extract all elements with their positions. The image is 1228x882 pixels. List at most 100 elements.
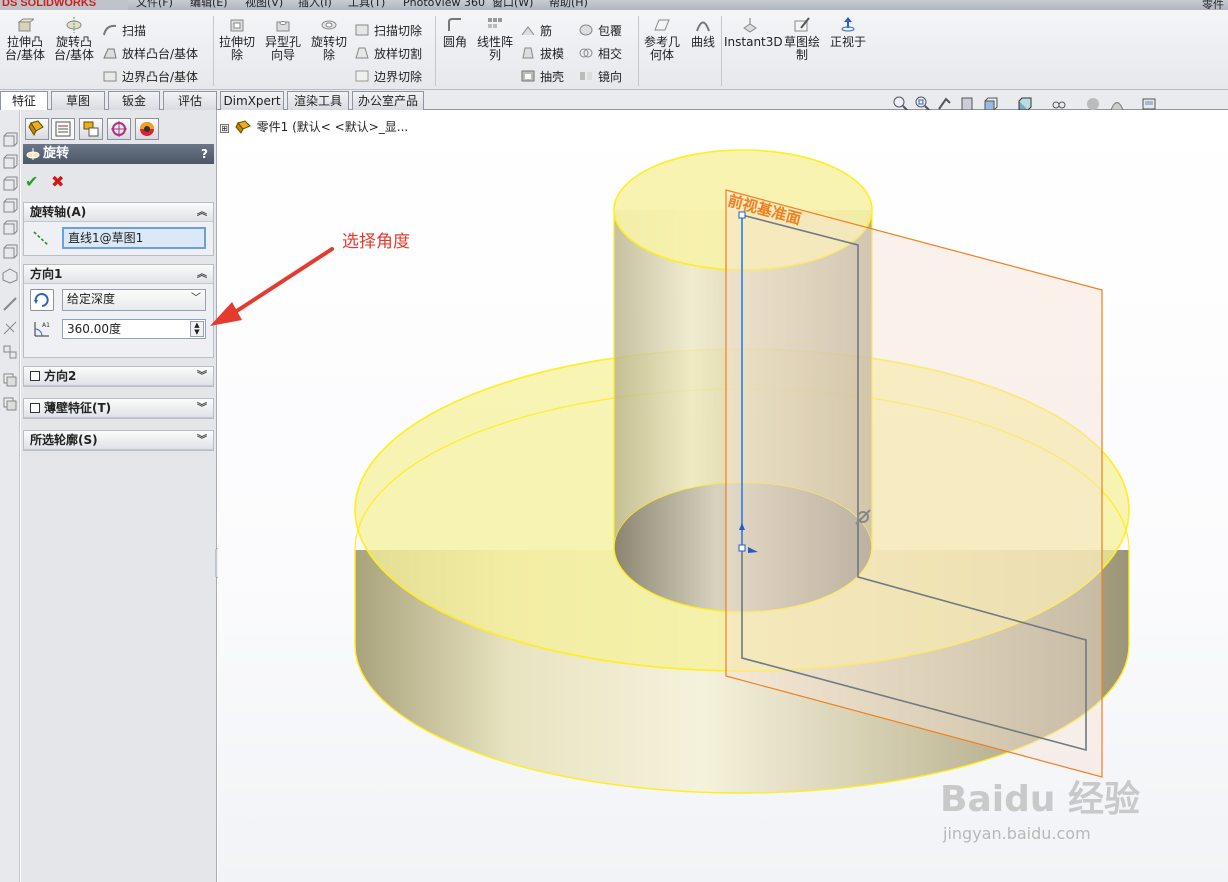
tab-sketch[interactable]: 草图 xyxy=(51,91,105,110)
property-manager: 旋转 ? ✔ ✖ 旋转轴(A) ︽ 直线1@草图1 方向1 ︽ 给定深度 ﹀ A1 … xyxy=(21,110,217,882)
tab-render-tools[interactable]: 渲染工具 xyxy=(287,91,349,110)
collapse-chevron-icon[interactable]: ︽ xyxy=(197,265,207,284)
tab-dimxpert-manager[interactable] xyxy=(107,118,131,140)
revolve-cut-icon xyxy=(321,20,337,30)
task-icon-strip xyxy=(0,110,20,882)
smart-dimension-icon[interactable] xyxy=(2,320,18,336)
expand-chevron-icon[interactable]: ︾ xyxy=(197,367,207,386)
menu-view[interactable]: 视图(V) xyxy=(245,0,283,10)
shell-button[interactable]: 抽壳 xyxy=(520,68,564,86)
direction2-header[interactable]: 方向2 ︾ xyxy=(24,367,213,386)
boundary-boss-button[interactable]: 边界凸台/基体 xyxy=(102,68,198,86)
angle-input[interactable]: 360.00度 ▲ ▼ xyxy=(62,319,206,339)
revolve-axis-field[interactable]: 直线1@草图1 xyxy=(62,227,206,249)
command-manager: 拉伸凸 台/基体 旋转凸 台/基体 扫描 放样凸台/基体 边界凸台/基体 拉伸切除 … xyxy=(0,10,1228,90)
draft-button[interactable]: 拔模 xyxy=(520,45,564,63)
sketch-button[interactable]: 草图绘制 xyxy=(782,16,822,62)
revolve-axis-header[interactable]: 旋转轴(A) ︽ xyxy=(24,203,213,222)
tab-feature-tree[interactable] xyxy=(25,118,49,140)
tab-property-manager[interactable] xyxy=(51,118,75,140)
menu-edit[interactable]: 编辑(E) xyxy=(190,0,228,10)
instant3d-button[interactable]: Instant3D xyxy=(724,16,783,49)
rib-button[interactable]: 筋 xyxy=(520,22,552,40)
revolve-cut-button[interactable]: 旋转切除 xyxy=(308,16,350,62)
tab-display-manager[interactable] xyxy=(135,118,159,140)
expand-chevron-icon[interactable]: ︾ xyxy=(197,431,207,450)
axis-endpoint[interactable] xyxy=(738,544,746,552)
sweep-button[interactable]: 扫描 xyxy=(102,22,146,40)
sketch-label-1: 草图绘 xyxy=(783,35,820,49)
reverse-direction-button[interactable] xyxy=(30,289,54,311)
direction1-header[interactable]: 方向1 ︽ xyxy=(24,265,213,284)
boundary-cut-button[interactable]: 边界切除 xyxy=(354,68,422,86)
watermark-logo: Baidu 经验 xyxy=(940,779,1141,820)
sketch-pencil-icon[interactable] xyxy=(2,296,18,312)
tab-dimxpert[interactable]: DimXpert xyxy=(220,91,284,110)
rib-icon xyxy=(521,26,535,36)
direction2-checkbox[interactable] xyxy=(30,371,40,381)
spin-buttons[interactable]: ▲ ▼ xyxy=(190,321,204,337)
expand-chevron-icon[interactable]: ︾ xyxy=(197,399,207,418)
curves-button[interactable]: 曲线 xyxy=(688,16,718,49)
end-condition-select[interactable]: 给定深度 ﹀ xyxy=(62,289,206,311)
relations-icon[interactable] xyxy=(2,344,18,360)
watermark-url: jingyan.baidu.com xyxy=(943,824,1091,843)
thin-feature-header[interactable]: 薄壁特征(T) ︾ xyxy=(24,399,213,418)
svg-text:A1: A1 xyxy=(42,322,50,329)
normal-to-button[interactable]: 正视于 xyxy=(828,16,868,49)
direction1-header-label: 方向1 xyxy=(30,267,63,281)
cube-icon[interactable] xyxy=(2,220,18,236)
mirror-button[interactable]: 镜向 xyxy=(578,68,622,86)
fillet-button[interactable]: 圆角 xyxy=(440,16,470,49)
tab-features[interactable]: 特征 xyxy=(0,91,48,111)
axis-endpoint[interactable] xyxy=(738,211,746,219)
wrap-icon xyxy=(579,24,593,36)
intersect-icon xyxy=(579,48,593,58)
extrude-cut-button[interactable]: 拉伸切除 xyxy=(217,16,257,62)
intersect-button[interactable]: 相交 xyxy=(578,45,622,63)
sketch-icon xyxy=(794,17,810,32)
help-button[interactable]: ? xyxy=(201,144,208,164)
selected-contours-header[interactable]: 所选轮廓(S) ︾ xyxy=(24,431,213,450)
tab-configuration-manager[interactable] xyxy=(79,118,103,140)
cube-icon[interactable] xyxy=(2,132,18,148)
hole-wizard-button[interactable]: 异型孔 向导 xyxy=(262,16,304,62)
swept-cut-button[interactable]: 扫描切除 xyxy=(354,22,422,40)
model-scene[interactable]: 前视基准面 xyxy=(218,110,1228,882)
collapse-chevron-icon[interactable]: ︽ xyxy=(197,203,207,222)
menu-window[interactable]: 窗口(W) xyxy=(492,0,533,10)
thin-feature-checkbox[interactable] xyxy=(30,403,40,413)
boundary-boss-label: 边界凸台/基体 xyxy=(122,70,199,84)
cancel-button[interactable]: ✖ xyxy=(51,172,64,191)
tab-evaluate[interactable]: 评估 xyxy=(163,91,217,110)
reference-geometry-button[interactable]: 参考几 何体 xyxy=(642,16,682,62)
tab-office-products[interactable]: 办公室产品 xyxy=(352,91,424,110)
tab-sheet-metal[interactable]: 钣金 xyxy=(108,91,160,110)
cube-icon[interactable] xyxy=(2,176,18,192)
menu-tools[interactable]: 工具(T) xyxy=(348,0,385,10)
lofted-cut-button[interactable]: 放样切割 xyxy=(354,45,422,63)
wrap-button[interactable]: 包覆 xyxy=(578,22,622,40)
menu-help[interactable]: 帮助(H) xyxy=(549,0,588,10)
boundary-boss-icon xyxy=(103,71,117,82)
ribbon-separator xyxy=(638,16,639,86)
menu-photoview[interactable]: PhotoView 360 xyxy=(403,0,485,10)
loft-button[interactable]: 放样凸台/基体 xyxy=(102,45,198,63)
extrude-boss-button[interactable]: 拉伸凸 台/基体 xyxy=(4,16,46,62)
cube-icon[interactable] xyxy=(2,198,18,214)
cube-icon[interactable] xyxy=(2,244,18,260)
solidworks-logo[interactable]: DS SOLIDWORKS xyxy=(0,0,128,10)
revolve-cut-label-1: 旋转切 xyxy=(310,35,347,49)
menu-file[interactable]: 文件(F) xyxy=(136,0,173,10)
reverse-direction-icon xyxy=(34,293,49,307)
graphics-area[interactable]: ⊞ 零件1 (默认< <默认>_显... 前视基准面 xyxy=(218,110,1228,882)
menu-insert[interactable]: 插入(I) xyxy=(298,0,332,10)
copy-icon[interactable] xyxy=(2,396,18,412)
linear-pattern-button[interactable]: 线性阵列 xyxy=(474,16,516,62)
hexagon-icon[interactable] xyxy=(2,268,18,284)
cube-icon[interactable] xyxy=(2,154,18,170)
revolve-boss-button[interactable]: 旋转凸 台/基体 xyxy=(52,16,96,62)
ok-button[interactable]: ✔ xyxy=(25,172,38,191)
copy-icon[interactable] xyxy=(2,372,18,388)
dimxpert-manager-icon xyxy=(111,121,127,137)
